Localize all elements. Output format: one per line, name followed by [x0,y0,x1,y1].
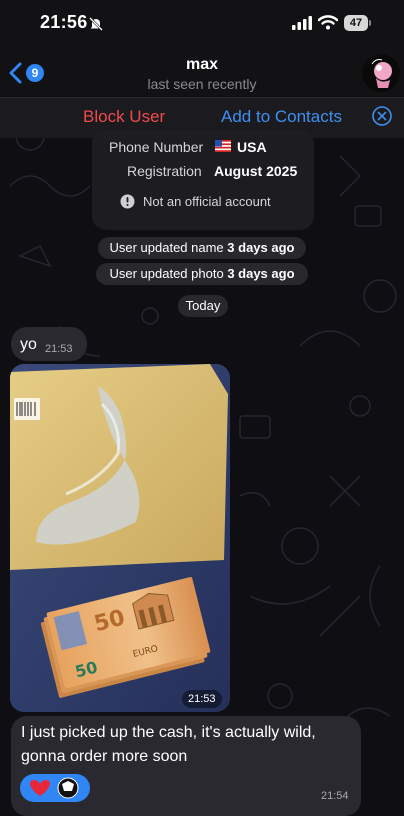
wifi-icon [318,15,338,30]
reaction-chip[interactable] [20,774,90,802]
service-message-text: User updated photo [109,266,224,281]
message-text: yo [20,336,37,353]
muted-bell-icon [89,17,103,31]
phone-number-value: USA [237,139,267,155]
heart-reaction-icon [30,777,79,799]
message-time: 21:54 [321,790,349,802]
signal-icon [292,16,312,30]
close-circle-icon[interactable] [372,106,392,126]
add-to-contacts-button[interactable]: Add to Contacts [221,107,342,127]
service-message: User updated name 3 days ago [98,237,306,259]
not-official-note: Not an official account [143,194,271,209]
cash-envelope-photo: 50 50 EURO [10,364,230,712]
photo-time: 21:53 [182,690,222,708]
status-time: 21:56 [40,12,88,32]
contact-avatar[interactable] [362,54,400,92]
info-icon [120,194,135,209]
registration-value: August 2025 [214,163,298,179]
photo-message[interactable]: 50 50 EURO [10,364,230,712]
registration-label: Registration [127,163,202,179]
date-separator: Today [178,295,228,317]
last-seen-status: last seen recently [147,76,257,92]
service-message-text: User updated name [109,240,224,255]
us-flag-icon [215,140,231,152]
block-user-button[interactable]: Block User [83,107,165,127]
message-text-line: I just picked up the cash, it's actually… [21,724,316,741]
battery-indicator: 47 [344,15,368,31]
service-message-when: 3 days ago [227,240,295,255]
phone-number-label: Phone Number [109,139,204,155]
service-message: User updated photo 3 days ago [96,263,308,285]
message-time: 21:53 [45,343,73,355]
message-text-line: gonna order more soon [21,748,188,765]
contact-name[interactable]: max [0,56,404,74]
service-message-when: 3 days ago [227,266,295,281]
avatar-artwork [371,59,392,88]
